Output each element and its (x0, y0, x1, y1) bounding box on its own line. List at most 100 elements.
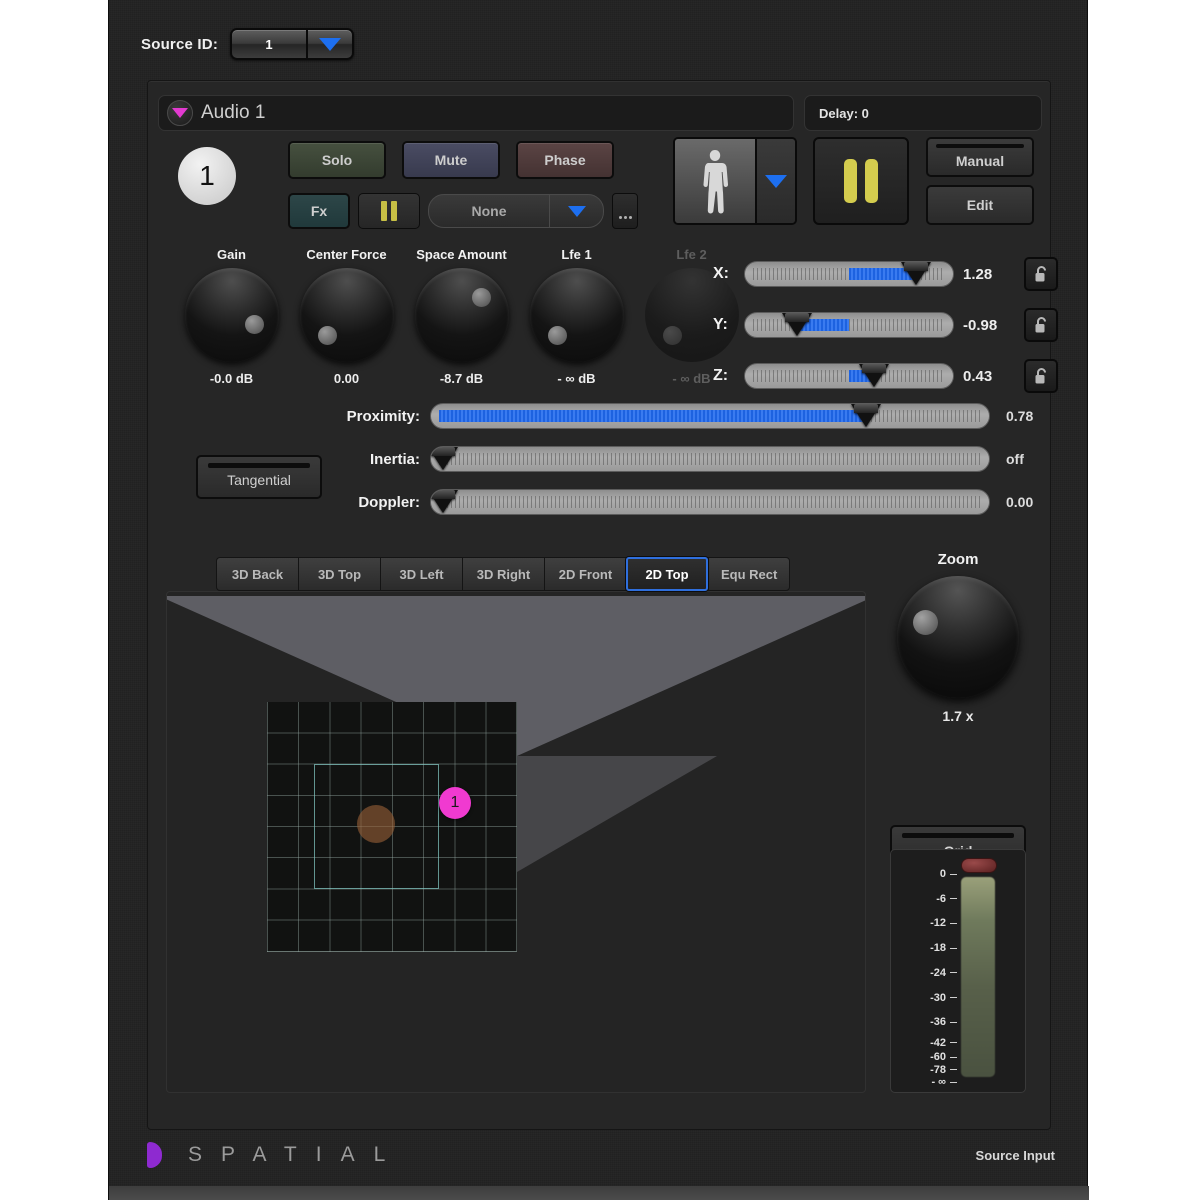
chevron-down-icon[interactable] (757, 139, 795, 223)
meter-tick: -36 (930, 1016, 957, 1028)
doppler-row: Doppler: 0.00 (328, 489, 1046, 515)
spatial-logo-mark-icon (147, 1142, 162, 1168)
channel-name-field[interactable]: Audio 1 (158, 95, 794, 131)
inertia-row: Inertia: off (328, 446, 1046, 472)
phase-button[interactable]: Phase (516, 141, 614, 179)
x-value: 1.28 (963, 265, 993, 283)
knob-value: - ∞ dB (672, 371, 711, 386)
tab-3d-top[interactable]: 3D Top (298, 557, 380, 591)
channel-toggle-row: Solo Mute Phase (288, 141, 614, 179)
wordmark: SPATIAL (188, 1143, 405, 1166)
source-id-row: Source ID: 1 (141, 28, 355, 60)
x-slider[interactable] (744, 261, 954, 287)
meter-tick: -12 (930, 917, 957, 929)
y-slider[interactable] (744, 312, 954, 338)
inertia-slider[interactable] (430, 446, 990, 472)
mute-button[interactable]: Mute (402, 141, 500, 179)
knob-label: Gain (217, 247, 246, 262)
view-tabs: 3D Back 3D Top 3D Left 3D Right 2D Front… (216, 557, 791, 591)
fx-preset-value: None (471, 203, 507, 219)
position-sliders: X: 1.28 Y: -0.98 Z: 0.43 (713, 257, 1058, 393)
menu-indicator-bar (902, 833, 1014, 838)
edit-button[interactable]: Edit (926, 185, 1034, 225)
triangle-down-icon[interactable] (167, 100, 193, 126)
knob-center-force: Center Force 0.00 (289, 247, 404, 386)
channel-number-badge: 1 (178, 147, 236, 205)
knob-value: - ∞ dB (557, 371, 596, 386)
source-id-dropdown[interactable]: 1 (230, 28, 355, 60)
pause-icon (381, 201, 387, 221)
proximity-slider[interactable] (430, 403, 990, 429)
doppler-slider[interactable] (430, 489, 990, 515)
zoom-knob[interactable] (897, 576, 1019, 698)
chevron-down-icon (308, 30, 352, 58)
tab-2d-top[interactable]: 2D Top (626, 557, 708, 591)
axis-label: Y: (713, 316, 728, 333)
tab-2d-front[interactable]: 2D Front (544, 557, 626, 591)
doppler-label: Doppler: (358, 493, 420, 511)
knob-dial[interactable] (184, 268, 279, 362)
knob-label: Lfe 1 (561, 247, 592, 262)
unlock-icon[interactable] (1024, 308, 1058, 342)
knob-dial[interactable] (414, 268, 509, 362)
unlock-icon[interactable] (1024, 257, 1058, 291)
doppler-value: 0.00 (1006, 494, 1034, 510)
knob-space-amount: Space Amount -8.7 dB (404, 247, 519, 386)
menu-indicator-bar (208, 463, 310, 468)
z-value: 0.43 (963, 367, 993, 385)
automation-mode-group: Manual Edit (926, 137, 1034, 225)
source-id-value: 1 (232, 30, 309, 58)
tangential-button[interactable]: Tangential (196, 455, 322, 499)
z-slider[interactable] (744, 363, 954, 389)
meter-scale: 0 -6 -12 -18 -24 -30 -36 -42 -60 -78 - ∞ (899, 868, 957, 1088)
unlock-icon[interactable] (1024, 359, 1058, 393)
knob-value: -0.0 dB (209, 371, 254, 386)
knob-row: Gain -0.0 dB Center Force 0.00 Space Amo… (174, 247, 749, 386)
fx-bypass-pause-button[interactable] (358, 193, 420, 229)
automation-pause-button[interactable] (813, 137, 909, 225)
channel-name-label: Audio 1 (201, 102, 266, 123)
solo-button[interactable]: Solo (288, 141, 386, 179)
meter-tick: -78 (930, 1064, 957, 1076)
listener-dot (357, 805, 395, 843)
listener-preset-control[interactable] (673, 137, 797, 225)
tab-3d-left[interactable]: 3D Left (380, 557, 462, 591)
knob-dial[interactable] (529, 268, 624, 362)
meter-bar (961, 877, 995, 1077)
delay-field[interactable]: Delay: 0 (804, 95, 1042, 131)
meter-tick: -24 (930, 967, 957, 979)
bottom-strip (109, 1186, 1089, 1200)
meter-tick: - ∞ (931, 1076, 957, 1088)
fx-button[interactable]: Fx (288, 193, 350, 229)
meter-tick: 0 (940, 868, 957, 880)
tab-3d-right[interactable]: 3D Right (462, 557, 544, 591)
proximity-value: 0.78 (1006, 408, 1034, 424)
chevron-down-icon (549, 195, 603, 227)
inertia-value: off (1006, 451, 1024, 467)
knob-label: Center Force (306, 247, 387, 262)
source-id-label: Source ID: (141, 35, 219, 53)
pause-icon (844, 159, 857, 203)
fx-preset-dropdown[interactable]: None (428, 194, 604, 228)
manual-mode-button[interactable]: Manual (926, 137, 1034, 177)
spatial-viewport[interactable]: 1 (166, 591, 866, 1093)
knob-gain: Gain -0.0 dB (174, 247, 289, 386)
tab-3d-back[interactable]: 3D Back (216, 557, 298, 591)
clip-led[interactable] (961, 858, 997, 873)
y-value: -0.98 (963, 316, 998, 334)
knob-dial[interactable] (299, 268, 394, 362)
level-meter: 0 -6 -12 -18 -24 -30 -36 -42 -60 -78 - ∞ (890, 849, 1026, 1093)
source-marker-1[interactable]: 1 (439, 787, 471, 819)
fx-row: Fx None (288, 193, 638, 229)
meter-tick: -18 (930, 942, 957, 954)
tab-equ-rect[interactable]: Equ Rect (708, 557, 791, 591)
meter-tick: -30 (930, 992, 957, 1004)
person-icon (675, 139, 757, 223)
proximity-label: Proximity: (346, 407, 420, 425)
fx-more-button[interactable] (612, 193, 638, 229)
knob-label: Lfe 2 (676, 247, 707, 262)
zoom-value: 1.7 x (942, 708, 974, 724)
proximity-row: Proximity: 0.78 (328, 403, 1046, 429)
menu-indicator-bar (936, 144, 1024, 148)
inertia-label: Inertia: (369, 450, 420, 468)
